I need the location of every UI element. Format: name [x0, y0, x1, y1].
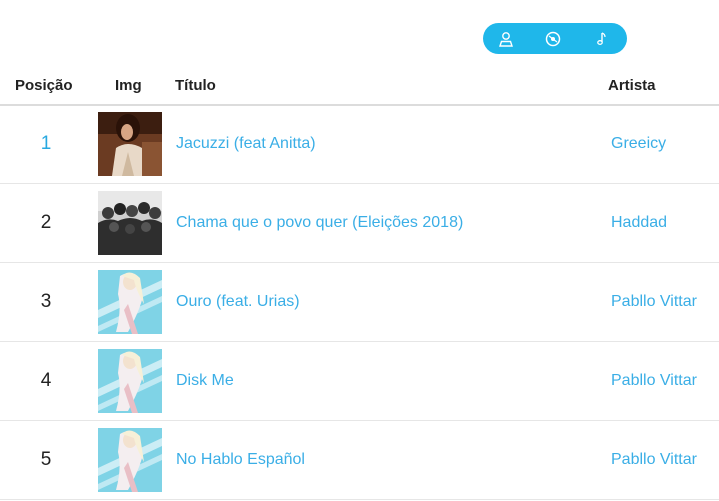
artist-link[interactable]: Greeicy [611, 135, 666, 153]
album-cover[interactable] [98, 428, 162, 492]
artist-link[interactable]: Pabllo Vittar [611, 451, 697, 469]
table-row[interactable]: 5 No Hablo Español Pabllo Vittar [0, 421, 719, 500]
view-toggle [483, 23, 627, 54]
song-title-link[interactable]: Chama que o povo quer (Eleições 2018) [176, 214, 463, 232]
disc-icon[interactable] [543, 29, 563, 49]
column-header-artist[interactable]: Artista [608, 77, 656, 94]
user-icon[interactable] [496, 29, 516, 49]
row-position: 4 [40, 370, 52, 391]
table-row[interactable]: 4 Disk Me Pabllo Vittar [0, 342, 719, 421]
album-cover[interactable] [98, 270, 162, 334]
column-header-position[interactable]: Posição [15, 77, 73, 94]
table-row[interactable]: 1 Jacuzzi (feat Anitta) Greeicy [0, 105, 719, 184]
album-cover[interactable] [98, 112, 162, 176]
table-row[interactable]: 3 Ouro (feat. Urias) Pabllo Vittar [0, 263, 719, 342]
album-cover[interactable] [98, 349, 162, 413]
row-position: 2 [40, 212, 52, 233]
music-note-icon[interactable] [591, 29, 611, 49]
artist-link[interactable]: Pabllo Vittar [611, 372, 697, 390]
row-position: 3 [40, 291, 52, 312]
artist-link[interactable]: Pabllo Vittar [611, 293, 697, 311]
row-position: 1 [40, 133, 52, 154]
album-cover[interactable] [98, 191, 162, 255]
song-title-link[interactable]: Disk Me [176, 372, 234, 390]
table-header: Posição Img Título Artista [0, 66, 719, 106]
artist-link[interactable]: Haddad [611, 214, 667, 232]
column-header-img: Img [115, 77, 142, 94]
song-title-link[interactable]: No Hablo Español [176, 451, 305, 469]
row-position: 5 [40, 449, 52, 470]
song-title-link[interactable]: Jacuzzi (feat Anitta) [176, 135, 316, 153]
column-header-title[interactable]: Título [175, 77, 216, 94]
table-row[interactable]: 2 Chama que o povo quer (Eleições 2018) … [0, 184, 719, 263]
song-title-link[interactable]: Ouro (feat. Urias) [176, 293, 300, 311]
